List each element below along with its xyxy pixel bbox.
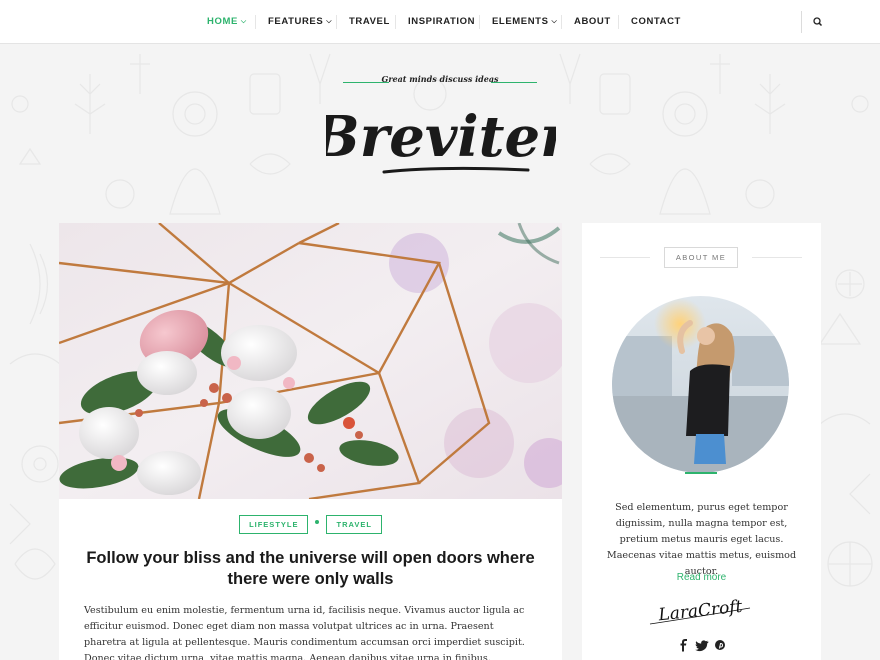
avatar-accent-line <box>685 472 717 474</box>
nav-label: FEATURES <box>268 16 324 27</box>
post-featured-image[interactable] <box>59 223 562 499</box>
nav-item-travel[interactable]: TRAVEL <box>349 0 390 44</box>
nav-divider <box>801 11 802 33</box>
nav-separator <box>336 15 337 29</box>
facebook-icon[interactable] <box>676 638 692 652</box>
nav-label: ELEMENTS <box>492 16 549 27</box>
tagline-divider <box>491 82 537 83</box>
site-tagline: Great minds discuss ideas <box>343 74 537 88</box>
twitter-icon[interactable] <box>694 638 710 652</box>
nav-item-elements[interactable]: ELEMENTS ⌵ <box>492 0 557 44</box>
about-text: Sed elementum, purus eget tempor digniss… <box>606 502 797 577</box>
nav-item-inspiration[interactable]: INSPIRATION <box>408 0 475 44</box>
pinterest-icon[interactable] <box>712 638 728 652</box>
avatar <box>612 296 789 473</box>
site-logo[interactable]: Breviter <box>310 96 573 182</box>
widget-title-divider <box>752 257 802 258</box>
read-more-link[interactable]: Read more <box>582 572 821 583</box>
nav-separator <box>255 15 256 29</box>
nav-item-features[interactable]: FEATURES ⌵ <box>268 0 332 44</box>
nav-separator <box>561 15 562 29</box>
logo-text: Breviter <box>326 104 556 170</box>
nav-item-home[interactable]: HOME ⌵ <box>207 0 247 44</box>
category-separator <box>315 520 320 524</box>
widget-title: ABOUT ME <box>664 247 738 268</box>
chevron-down-icon: ⌵ <box>326 18 333 25</box>
featured-post: LIFESTYLE TRAVEL Follow your bliss and th… <box>59 223 562 660</box>
post-title[interactable]: Follow your bliss and the universe will … <box>79 548 542 590</box>
chevron-down-icon: ⌵ <box>551 18 558 25</box>
widget-title-divider <box>600 257 650 258</box>
post-excerpt: Vestibulum eu enim molestie, fermentum u… <box>84 605 525 660</box>
nav-item-contact[interactable]: CONTACT <box>631 0 681 44</box>
top-navigation: HOME ⌵ FEATURES ⌵ TRAVEL INSPIRATION ELEME… <box>0 0 880 44</box>
category-lifestyle[interactable]: LIFESTYLE <box>239 515 309 534</box>
social-links <box>582 638 821 652</box>
search-icon[interactable] <box>810 14 826 30</box>
nav-separator <box>395 15 396 29</box>
nav-item-about[interactable]: ABOUT <box>574 0 611 44</box>
post-categories: LIFESTYLE TRAVEL <box>59 515 562 534</box>
nav-label: HOME <box>207 16 238 27</box>
signature-image: LaraCroft <box>648 590 754 630</box>
category-travel[interactable]: TRAVEL <box>326 515 382 534</box>
nav-separator <box>618 15 619 29</box>
chevron-down-icon: ⌵ <box>240 18 247 25</box>
nav-separator <box>479 15 480 29</box>
sidebar-about-widget: ABOUT ME Sed elementum, purus eget tempo… <box>582 223 821 660</box>
